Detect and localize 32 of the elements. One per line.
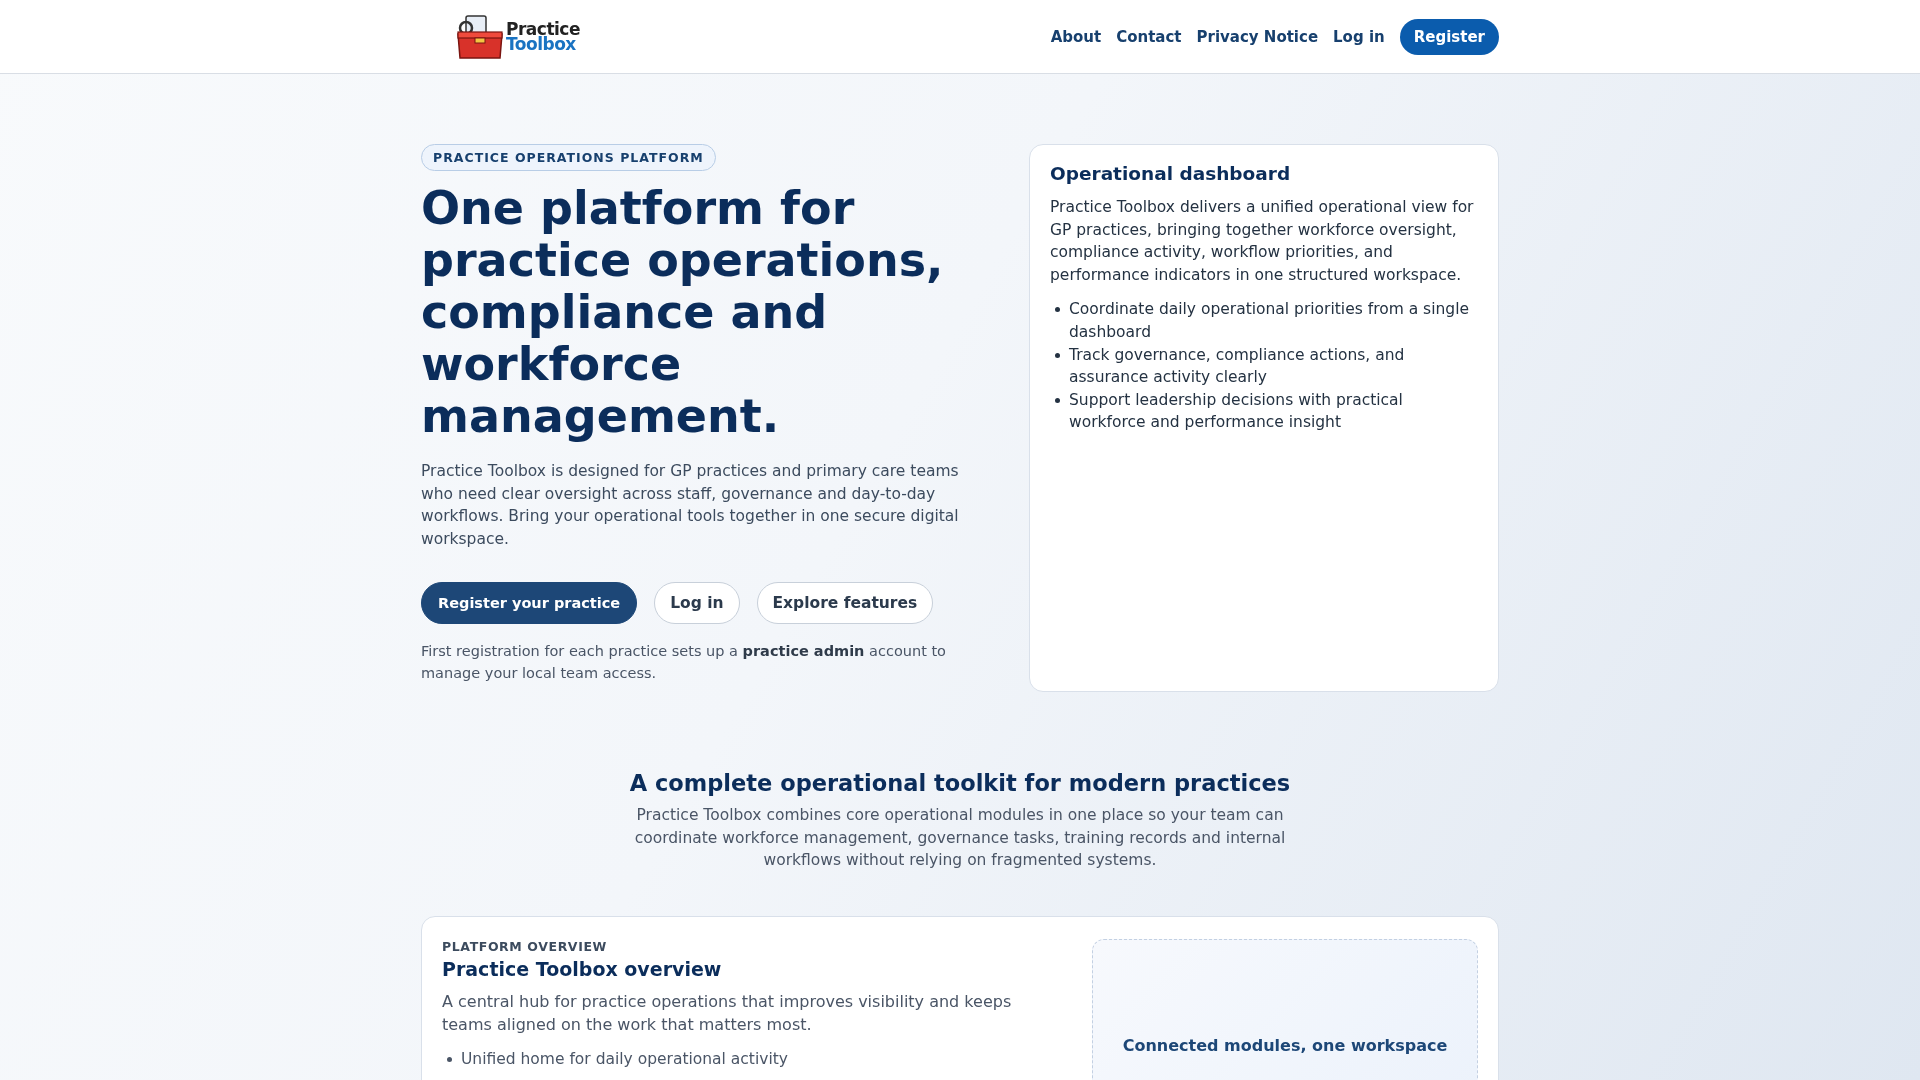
bullet-icon: [1055, 397, 1060, 403]
secondary-button[interactable]: Log in: [654, 582, 740, 625]
card-description: Practice Toolbox delivers a unified operational view for GP practices, bringing together workforce oversight, compliance activity, workflow priorities, and performance indicators in one structured workspace.: [1050, 197, 1475, 286]
registration-note: First registration for each practice sets up a practice admin account to manage your local team access.: [421, 642, 947, 684]
bullet-icon: [447, 1056, 452, 1062]
nav-link[interactable]: Privacy Notice: [1196, 27, 1319, 46]
bullet-item: Unified home for daily operational activity: [461, 1048, 788, 1070]
bullet-item: Support leadership decisions with practical workforce and performance insight: [1069, 389, 1404, 434]
logo-text: Toolbox: [506, 36, 576, 52]
overview-eyebrow: PLATFORM OVERVIEW: [442, 938, 608, 954]
bullet-item: Coordinate daily operational priorities from a single dashboard: [1069, 299, 1470, 343]
section-description: Practice Toolbox combines core operational modules in one place so your team can coordinate workforce management, governance tasks, training records and internal workflows without relying on fragmented systems.: [633, 805, 1287, 872]
hero-heading: One platform for practice operations, compliance and workforce management.: [421, 182, 945, 442]
panel-heading: Connected modules, one workspace: [1122, 1035, 1448, 1057]
section-heading: A complete operational toolkit for modern practices: [628, 770, 1292, 796]
register-button[interactable]: Register: [1399, 18, 1499, 55]
logo-text: Practice: [506, 21, 580, 37]
logo[interactable]: Practice Toolbox: [456, 13, 580, 60]
overview-description: A central hub for practice operations that improves visibility and keeps teams aligned on the work that matters most.: [442, 990, 1013, 1036]
nav-link[interactable]: Log in: [1333, 27, 1385, 46]
secondary-button[interactable]: Explore features: [756, 582, 934, 625]
toolbox-icon: [456, 13, 504, 60]
bullet-icon: [1055, 352, 1060, 358]
bullet-item: Track governance, compliance actions, and assurance activity clearly: [1069, 344, 1406, 389]
register-practice-button[interactable]: Register your practice: [421, 582, 638, 625]
nav-link[interactable]: Contact: [1116, 27, 1182, 46]
overview-heading: Practice Toolbox overview: [442, 957, 723, 980]
hero-description: Practice Toolbox is designed for GP practices and primary care teams who need clear oversight across staff, governance and day-to-day workflows. Bring your operational tools together in one secure digital workspace.: [421, 461, 960, 550]
bullet-icon: [1055, 307, 1060, 313]
nav-link[interactable]: About: [1050, 27, 1102, 46]
card-title: Operational dashboard: [1050, 163, 1292, 184]
eyebrow-badge: PRACTICE OPERATIONS PLATFORM: [421, 144, 716, 171]
